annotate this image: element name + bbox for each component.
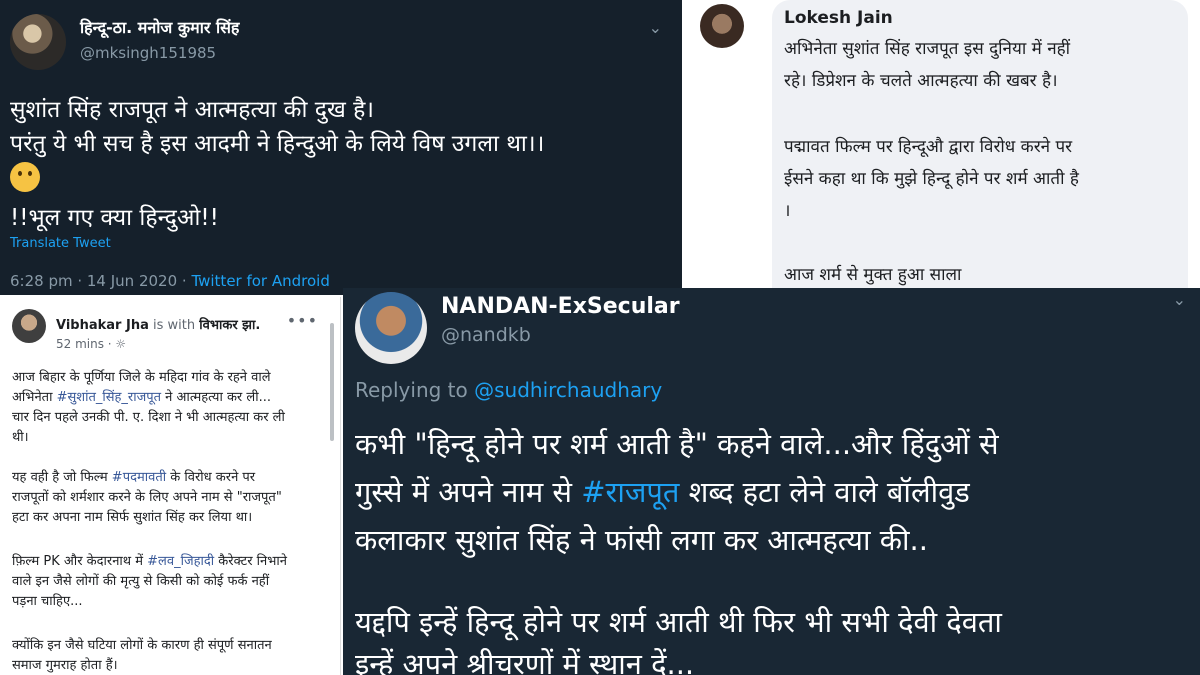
post-text-line: यह वही है जो फिल्म #पदमावती के विरोध करन… — [12, 467, 255, 485]
text-span: फ़िल्म PK और केदारनाथ में — [12, 554, 148, 569]
tweet-card-nandkb: NANDAN-ExSecular @nandkb ⌄ Replying to @… — [343, 288, 1200, 675]
comment-author-name[interactable]: Lokesh Jain — [784, 8, 893, 28]
text-span: कैरेक्टर निभाने — [214, 554, 287, 569]
post-text-line: वाले इन जैसे लोगों की मृत्यु से किसी को … — [12, 574, 270, 589]
tweet-author-name[interactable]: NANDAN-ExSecular — [441, 294, 680, 319]
tagged-person-name[interactable]: विभाकर झा. — [199, 318, 260, 333]
text-span: यह वही है जो फिल्म — [12, 470, 112, 485]
more-options-icon[interactable]: ••• — [287, 311, 318, 330]
avatar[interactable] — [355, 292, 427, 364]
post-text-line: फ़िल्म PK और केदारनाथ में #लव_जिहादी कैर… — [12, 551, 287, 569]
avatar[interactable] — [700, 4, 744, 48]
tweet-timestamp: 6:28 pm · 14 Jun 2020 · Twitter for Andr… — [10, 272, 330, 290]
thinking-face-emoji-icon — [10, 162, 40, 192]
hashtag-link[interactable]: #लव_जिहादी — [147, 554, 214, 569]
post-text-line: पड़ना चाहिए... — [12, 594, 83, 609]
tweet-author-handle[interactable]: @nandkb — [441, 324, 531, 346]
post-text-line: हटा कर अपना नाम सिर्फ सुशांत सिंह कर लिय… — [12, 510, 253, 525]
avatar[interactable] — [12, 309, 46, 343]
post-text-line: अभिनेता #सुशांत_सिंह_राजपूत ने आत्महत्या… — [12, 387, 271, 405]
hashtag-link[interactable]: #सुशांत_सिंह_राजपूत — [57, 390, 161, 405]
text-span: के विरोध करने पर — [166, 470, 256, 485]
comment-text-line: रहे। डिप्रेशन के चलते आत्महत्या की खबर ह… — [784, 71, 1058, 91]
tweet-author-handle[interactable]: @mksingh151985 — [80, 44, 216, 62]
facebook-post-vibhakar: Vibhakar Jha is with विभाकर झा. 52 mins … — [0, 297, 341, 675]
chevron-down-icon[interactable]: ⌄ — [649, 18, 662, 37]
text-span: अभिनेता — [12, 390, 57, 405]
replying-to-label: Replying to — [355, 378, 475, 402]
post-time: 52 mins · — [56, 337, 116, 351]
scrollbar[interactable] — [330, 323, 334, 441]
text-span: शब्द हटा लेने वाले बॉलीवुड — [679, 475, 970, 509]
tweet-text-line: कभी "हिन्दू होने पर शर्म आती है" कहने वा… — [355, 427, 999, 461]
comment-text-line: अभिनेता सुशांत सिंह राजपूत इस दुनिया में… — [784, 39, 1071, 59]
tweet-text-line: परंतु ये भी सच है इस आदमी ने हिन्दुओ के … — [10, 131, 545, 157]
facebook-comment-lokesh: Lokesh Jain अभिनेता सुशांत सिंह राजपूत इ… — [684, 0, 1200, 295]
avatar[interactable] — [10, 14, 66, 70]
comment-text-line: पद्मावत फिल्म पर हिन्दूऔ द्वारा विरोध कर… — [784, 137, 1073, 157]
text-span: ने आत्महत्या कर ली... — [161, 390, 271, 405]
is-with-label: is with — [152, 318, 196, 333]
tweet-source-link[interactable]: Twitter for Android — [191, 272, 329, 290]
translate-tweet-link[interactable]: Translate Tweet — [10, 236, 111, 251]
tweet-author-name[interactable]: हिन्दू-ठा. मनोज कुमार सिंह — [80, 16, 239, 38]
tweet-text-line: !!भूल गए क्या हिन्दुओ!! — [10, 205, 219, 231]
tweet-text-line: यद्दपि इन्हें हिन्दू होने पर शर्म आती थी… — [355, 605, 1002, 639]
post-text-line: क्योंकि इन जैसे घटिया लोगों के कारण ही स… — [12, 638, 272, 653]
post-text-line: समाज गुमराह होता हैं। — [12, 658, 118, 673]
post-author-line: Vibhakar Jha is with विभाकर झा. — [56, 315, 260, 333]
comment-text-line: ईसने कहा था कि मुझे हिन्दू होने पर शर्म … — [784, 169, 1079, 189]
post-author-name[interactable]: Vibhakar Jha — [56, 318, 149, 333]
tweet-text-line: इन्हें अपने श्रीचरणों में स्थान दें... — [355, 647, 695, 675]
hashtag-link[interactable]: #पदमावती — [112, 470, 166, 485]
mention-link[interactable]: @sudhirchaudhary — [474, 378, 662, 402]
text-span: गुस्से में अपने नाम से — [355, 475, 582, 509]
globe-icon: ☼ — [115, 337, 127, 351]
tweet-text-line: सुशांत सिंह राजपूत ने आत्महत्या की दुख ह… — [10, 97, 375, 123]
chevron-down-icon[interactable]: ⌄ — [1173, 290, 1186, 309]
post-text-line: चार दिन पहले उनकी पी. ए. दिशा ने भी आत्म… — [12, 410, 285, 425]
hashtag-link[interactable]: #राजपूत — [581, 475, 679, 509]
post-text-line: थी। — [12, 430, 29, 445]
post-text-line: आज बिहार के पूर्णिया जिले के महिदा गांव … — [12, 370, 271, 385]
comment-text-line: । — [784, 201, 791, 221]
post-timestamp[interactable]: 52 mins · ☼ — [56, 337, 126, 351]
tweet-card-mksingh: हिन्दू-ठा. मनोज कुमार सिंह @mksingh15198… — [0, 0, 682, 295]
post-text-line: राजपूतों को शर्मशार करने के लिए अपने नाम… — [12, 490, 282, 505]
tweet-text-line: कलाकार सुशांत सिंह ने फांसी लगा कर आत्मह… — [355, 523, 928, 557]
tweet-time: 6:28 pm · 14 Jun 2020 · — [10, 272, 192, 290]
comment-text-line: आज शर्म से मुक्त हुआ साला — [784, 265, 962, 285]
replying-to-line: Replying to @sudhirchaudhary — [355, 378, 662, 402]
tweet-text-line: गुस्से में अपने नाम से #राजपूत शब्द हटा … — [355, 472, 970, 511]
